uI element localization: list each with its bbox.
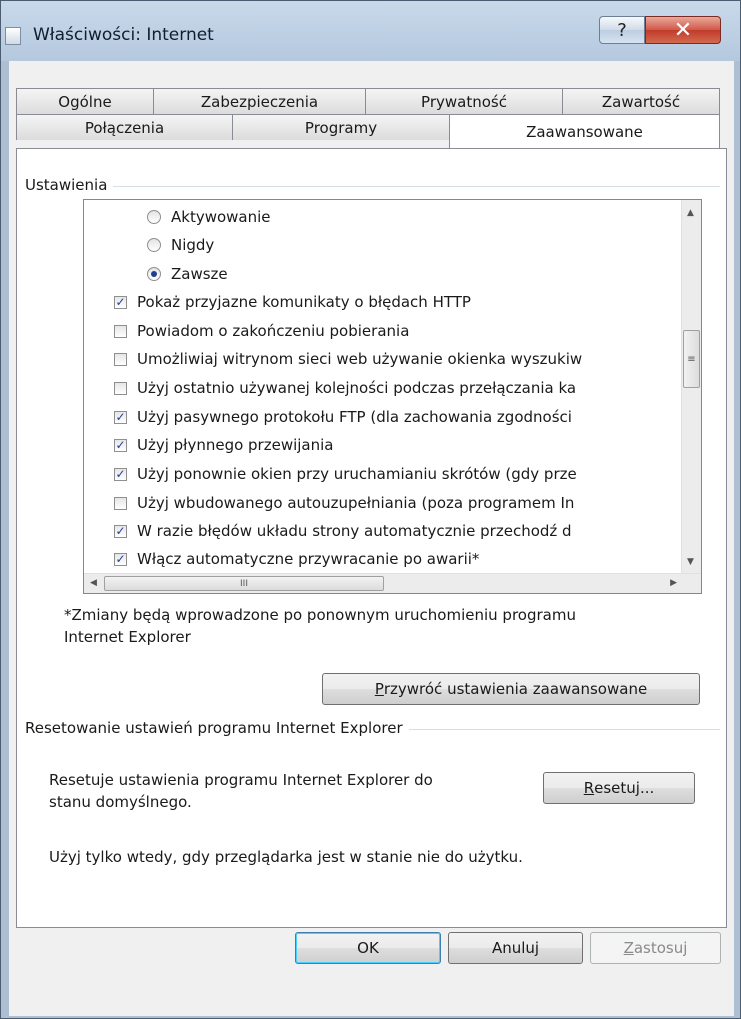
reset-button[interactable]: Resetuj... xyxy=(543,772,695,804)
reset-button-label: esetuj... xyxy=(594,779,655,797)
list-item[interactable]: Użyj wbudowanego autouzupełniania (poza … xyxy=(114,490,574,516)
scroll-left-icon[interactable]: ◀ xyxy=(90,578,97,588)
checkbox[interactable] xyxy=(114,381,127,395)
list-item[interactable]: ✓ Użyj pasywnego protokołu FTP (dla zach… xyxy=(114,404,572,430)
tab-general[interactable]: Ogólne xyxy=(16,88,154,114)
checkbox[interactable] xyxy=(114,352,127,366)
restore-button-label: rzywróć ustawienia zaawansowane xyxy=(383,680,648,698)
vertical-scrollbar[interactable]: ▲ ≡ ▼ xyxy=(681,200,701,573)
reset-description: Resetuje ustawienia programu Internet Ex… xyxy=(49,771,433,789)
horizontal-scrollbar[interactable]: ◀ III ▶ xyxy=(84,573,701,593)
list-item[interactable]: ✓ Użyj ponownie okien przy uruchamianiu … xyxy=(114,461,577,487)
list-item-label: Aktywowanie xyxy=(171,208,271,226)
checkbox[interactable]: ✓ xyxy=(114,467,127,481)
advanced-tab-panel: Ustawienia Aktywowanie Nigdy Zawsze ✓ Po… xyxy=(16,148,727,928)
checkbox[interactable] xyxy=(114,324,127,338)
list-item-label: Umożliwiaj witrynom sieci web używanie o… xyxy=(137,350,583,368)
list-item-label: Użyj pasywnego protokołu FTP (dla zachow… xyxy=(137,408,572,426)
window-icon xyxy=(5,27,21,45)
window-title: Właściwości: Internet xyxy=(33,25,214,45)
radio-selected-dot xyxy=(151,271,157,277)
tab-connections[interactable]: Połączenia xyxy=(16,114,233,140)
horizontal-scroll-thumb[interactable]: III xyxy=(104,576,384,591)
reset-button-accelerator: R xyxy=(583,779,595,797)
settings-list[interactable]: Aktywowanie Nigdy Zawsze ✓ Pokaż przyjaz… xyxy=(83,199,702,594)
tab-content[interactable]: Zawartość xyxy=(562,88,720,114)
tab-privacy[interactable]: Prywatność xyxy=(365,88,563,114)
settings-group-label: Ustawienia xyxy=(25,176,114,194)
apply-button-label: astosuj xyxy=(633,939,688,957)
reset-description-line2: stanu domyślnego. xyxy=(49,793,192,811)
internet-properties-window: Właściwości: Internet ? ✕ Ogólne Zabezpi… xyxy=(0,0,741,1019)
list-item-label: Użyj ostatnio używanej kolejności podcza… xyxy=(137,379,577,397)
list-item-label: Włącz automatyczne przywracanie po awari… xyxy=(137,550,480,568)
list-item-label: Powiadom o zakończeniu pobierania xyxy=(137,322,410,340)
list-item-label: Nigdy xyxy=(171,236,215,254)
tab-programs[interactable]: Programy xyxy=(232,114,450,140)
restore-button-accelerator: P xyxy=(374,680,384,698)
list-item[interactable]: ✓ W razie błędów układu strony automatyc… xyxy=(114,518,572,544)
tab-advanced[interactable]: Zaawansowane xyxy=(449,114,720,148)
restart-note-line2: Internet Explorer xyxy=(64,628,191,646)
cancel-button[interactable]: Anuluj xyxy=(448,932,583,964)
list-item[interactable]: Aktywowanie xyxy=(147,204,271,230)
list-item[interactable]: Nigdy xyxy=(147,232,214,258)
ok-button[interactable]: OK xyxy=(295,932,441,964)
dialog-client-area: Ogólne Zabezpieczenia Prywatność Zawarto… xyxy=(9,61,734,1016)
list-item[interactable]: ✓ Użyj płynnego przewijania xyxy=(114,432,334,458)
list-item[interactable]: ✓ Włącz automatyczne przywracanie po awa… xyxy=(114,546,479,572)
list-item-label: Pokaż przyjazne komunikaty o błędach HTT… xyxy=(137,293,471,311)
radio-button[interactable] xyxy=(147,210,161,224)
checkbox[interactable]: ✓ xyxy=(114,295,127,309)
restore-advanced-button[interactable]: Przywróć ustawienia zaawansowane xyxy=(322,673,700,705)
help-button[interactable]: ? xyxy=(599,16,645,44)
tab-security[interactable]: Zabezpieczenia xyxy=(153,88,366,114)
reset-group-label: Resetowanie ustawień programu Internet E… xyxy=(25,719,409,737)
radio-button[interactable] xyxy=(147,267,161,281)
list-item-label: Użyj wbudowanego autouzupełniania (poza … xyxy=(137,494,575,512)
list-item[interactable]: Zawsze xyxy=(147,261,228,287)
title-bar[interactable]: Właściwości: Internet ? ✕ xyxy=(1,1,741,61)
list-item[interactable]: Umożliwiaj witrynom sieci web używanie o… xyxy=(114,346,582,372)
list-item-label: Zawsze xyxy=(171,265,228,283)
apply-button-accelerator: Z xyxy=(623,939,634,957)
list-item-label: Użyj płynnego przewijania xyxy=(137,436,334,454)
close-button[interactable]: ✕ xyxy=(645,16,721,44)
list-item-label: W razie błędów układu strony automatyczn… xyxy=(137,522,572,540)
list-item[interactable]: Użyj ostatnio używanej kolejności podcza… xyxy=(114,375,576,401)
reset-usage-note: Użyj tylko wtedy, gdy przeglądarka jest … xyxy=(49,848,523,866)
radio-button[interactable] xyxy=(147,238,161,252)
scroll-right-icon[interactable]: ▶ xyxy=(670,578,677,588)
restart-note: *Zmiany będą wprowadzone po ponownym uru… xyxy=(64,606,576,624)
list-item-label: Użyj ponownie okien przy uruchamianiu sk… xyxy=(137,465,577,483)
checkbox[interactable]: ✓ xyxy=(114,438,127,452)
settings-group-divider xyxy=(25,186,720,187)
scroll-up-icon[interactable]: ▲ xyxy=(687,208,694,218)
checkbox[interactable] xyxy=(114,496,127,510)
checkbox[interactable]: ✓ xyxy=(114,524,127,538)
list-item[interactable]: Powiadom o zakończeniu pobierania xyxy=(114,318,409,344)
checkbox[interactable]: ✓ xyxy=(114,410,127,424)
list-item[interactable]: ✓ Pokaż przyjazne komunikaty o błędach H… xyxy=(114,289,471,315)
apply-button[interactable]: Zastosuj xyxy=(590,932,721,964)
scroll-down-icon[interactable]: ▼ xyxy=(687,557,694,567)
vertical-scroll-thumb[interactable]: ≡ xyxy=(683,330,700,388)
checkbox[interactable]: ✓ xyxy=(114,552,127,566)
